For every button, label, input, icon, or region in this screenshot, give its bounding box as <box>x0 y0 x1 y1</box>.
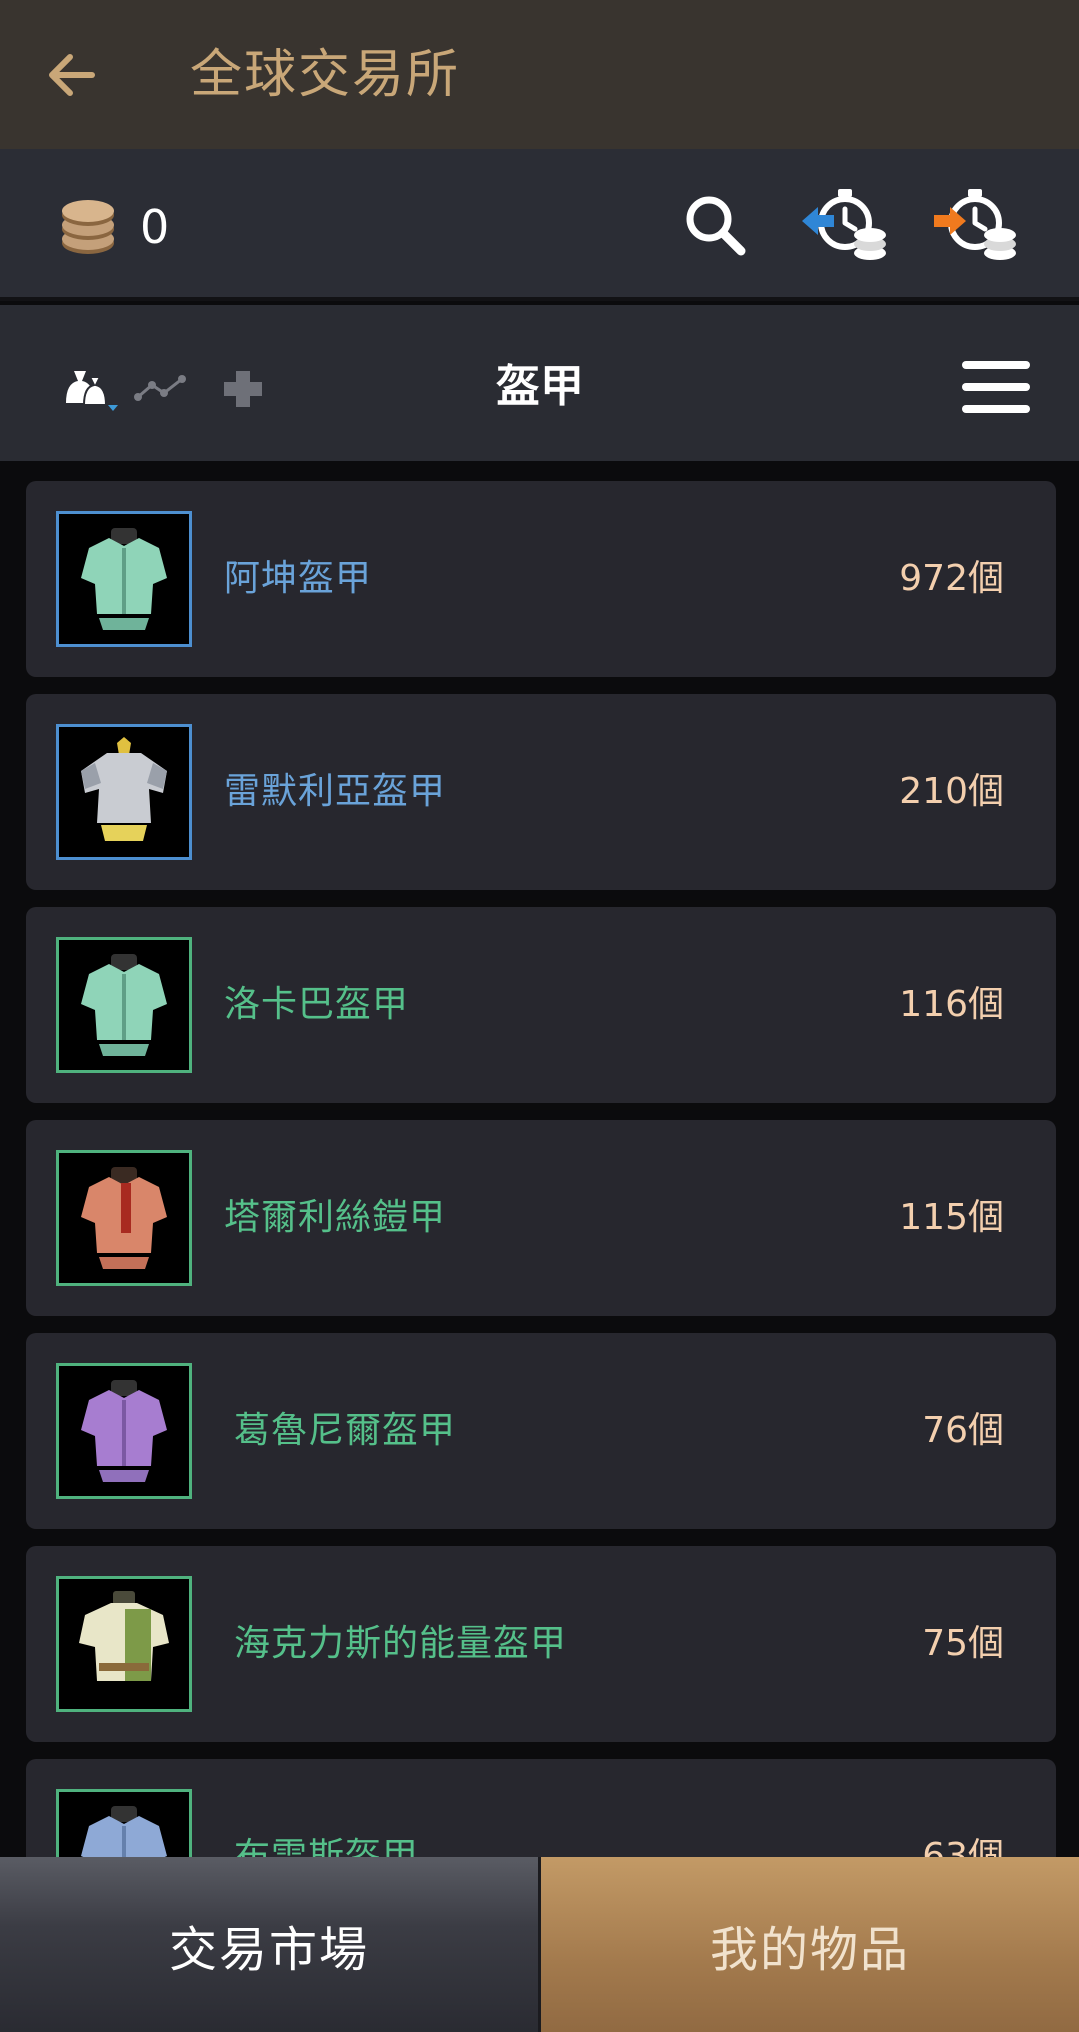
tab-my-items[interactable]: 我的物品 <box>541 1857 1079 2032</box>
menu-line <box>962 405 1030 413</box>
coin-balance: 0 <box>140 200 170 254</box>
app-root: 全球交易所 0 盔甲 阿坤盔甲 972個 雷默利亞盔甲 210個 洛卡巴盔甲 1… <box>0 0 1079 2032</box>
buy-history-icon[interactable] <box>800 187 890 263</box>
item-filter-icon[interactable] <box>60 363 124 413</box>
item-thumbnail <box>56 724 192 860</box>
search-icon[interactable] <box>683 193 747 257</box>
item-row[interactable]: 葛魯尼爾盔甲 76個 <box>26 1333 1056 1529</box>
armor-icon <box>81 954 167 1056</box>
item-name: 葛魯尼爾盔甲 <box>234 1410 457 1451</box>
item-thumbnail <box>56 1150 192 1286</box>
item-count: 115個 <box>899 1197 1004 1238</box>
item-count: 75個 <box>922 1623 1004 1664</box>
menu-line <box>962 383 1030 391</box>
armor-icon <box>79 1591 169 1681</box>
arrow-left-icon <box>49 54 95 96</box>
armor-icon <box>81 1806 167 1857</box>
item-row[interactable]: 雷默利亞盔甲 210個 <box>26 694 1056 890</box>
plus-icon[interactable] <box>220 369 266 409</box>
category-bar: 盔甲 <box>0 305 1079 461</box>
item-thumbnail <box>56 1789 192 1857</box>
item-row[interactable]: 海克力斯的能量盔甲 75個 <box>26 1546 1056 1742</box>
sell-history-icon[interactable] <box>930 187 1020 263</box>
item-count: 63個 <box>922 1836 1004 1857</box>
tab-market[interactable]: 交易市場 <box>0 1857 541 2032</box>
item-name: 阿坤盔甲 <box>224 558 373 599</box>
category-title: 盔甲 <box>496 361 584 412</box>
item-name: 布雷斯盔甲 <box>234 1836 420 1857</box>
item-name: 洛卡巴盔甲 <box>224 984 410 1025</box>
hamburger-menu-icon[interactable] <box>962 361 1030 413</box>
coin-stack-icon <box>62 200 114 254</box>
item-thumbnail <box>56 511 192 647</box>
currency-bar: 0 <box>0 149 1079 301</box>
back-button[interactable] <box>38 42 104 108</box>
item-count: 972個 <box>899 558 1004 599</box>
item-count: 76個 <box>922 1410 1004 1451</box>
item-count: 210個 <box>899 771 1004 812</box>
title-bar: 全球交易所 <box>0 0 1079 149</box>
armor-icon <box>81 528 167 630</box>
armor-icon <box>81 1167 167 1269</box>
bottom-tab-bar: 交易市場 我的物品 <box>0 1857 1079 2032</box>
item-row[interactable]: 塔爾利絲鎧甲 115個 <box>26 1120 1056 1316</box>
page-title: 全球交易所 <box>190 45 461 105</box>
item-row[interactable]: 阿坤盔甲 972個 <box>26 481 1056 677</box>
item-name: 海克力斯的能量盔甲 <box>234 1623 568 1664</box>
item-name: 雷默利亞盔甲 <box>224 771 447 812</box>
item-thumbnail <box>56 1363 192 1499</box>
menu-line <box>962 361 1030 369</box>
armor-icon <box>81 1380 167 1482</box>
item-row[interactable]: 布雷斯盔甲 63個 <box>26 1759 1056 1857</box>
item-thumbnail <box>56 1576 192 1712</box>
price-chart-icon[interactable] <box>132 371 188 405</box>
item-row[interactable]: 洛卡巴盔甲 116個 <box>26 907 1056 1103</box>
item-list: 阿坤盔甲 972個 雷默利亞盔甲 210個 洛卡巴盔甲 116個 塔爾利絲鎧甲 … <box>0 461 1079 1857</box>
item-count: 116個 <box>899 984 1004 1025</box>
item-name: 塔爾利絲鎧甲 <box>224 1197 447 1238</box>
armor-icon <box>81 737 167 841</box>
item-thumbnail <box>56 937 192 1073</box>
